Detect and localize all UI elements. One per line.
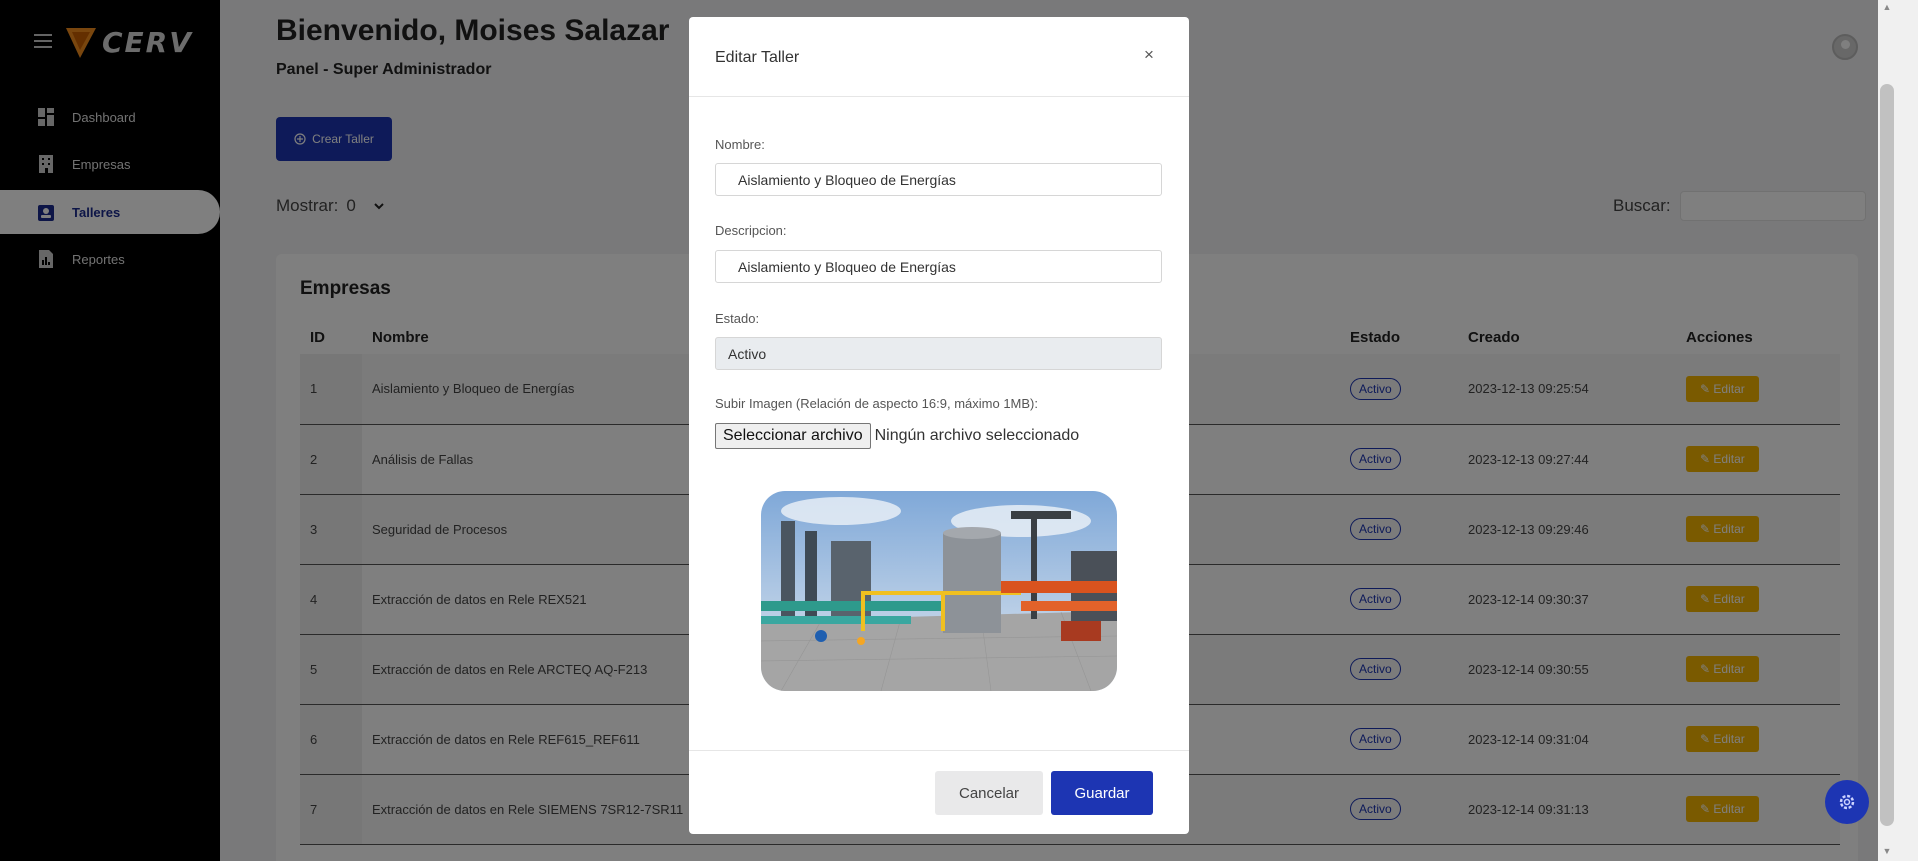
scroll-down-arrow-icon[interactable]: ▼ — [1881, 846, 1893, 858]
settings-button[interactable] — [1825, 780, 1869, 824]
workshop-image-preview — [761, 491, 1117, 691]
cancel-button[interactable]: Cancelar — [935, 771, 1043, 815]
gear-icon — [1839, 794, 1855, 810]
description-input[interactable]: Aislamiento y Bloqueo de Energías — [715, 250, 1162, 283]
scrollbar-thumb[interactable] — [1880, 84, 1894, 826]
save-button[interactable]: Guardar — [1051, 771, 1153, 815]
modal-footer: Cancelar Guardar — [689, 750, 1189, 834]
file-upload: Seleccionar archivo Ningún archivo selec… — [715, 423, 1079, 449]
modal-header: Editar Taller × — [689, 17, 1189, 97]
close-icon[interactable]: × — [1144, 45, 1154, 65]
state-field: Activo — [715, 337, 1162, 370]
file-status: Ningún archivo seleccionado — [874, 427, 1080, 444]
scroll-up-arrow-icon[interactable]: ▲ — [1881, 2, 1893, 14]
name-label: Nombre: — [715, 137, 765, 152]
edit-workshop-modal: Editar Taller × Nombre: Aislamiento y Bl… — [689, 17, 1189, 834]
upload-label: Subir Imagen (Relación de aspecto 16:9, … — [715, 396, 1038, 411]
state-label: Estado: — [715, 311, 760, 326]
modal-title: Editar Taller — [715, 49, 800, 66]
industrial-plant-image — [761, 491, 1117, 691]
name-input[interactable]: Aislamiento y Bloqueo de Energías — [715, 163, 1162, 196]
choose-file-button[interactable]: Seleccionar archivo — [715, 423, 871, 449]
description-label: Descripcion: — [715, 223, 787, 238]
